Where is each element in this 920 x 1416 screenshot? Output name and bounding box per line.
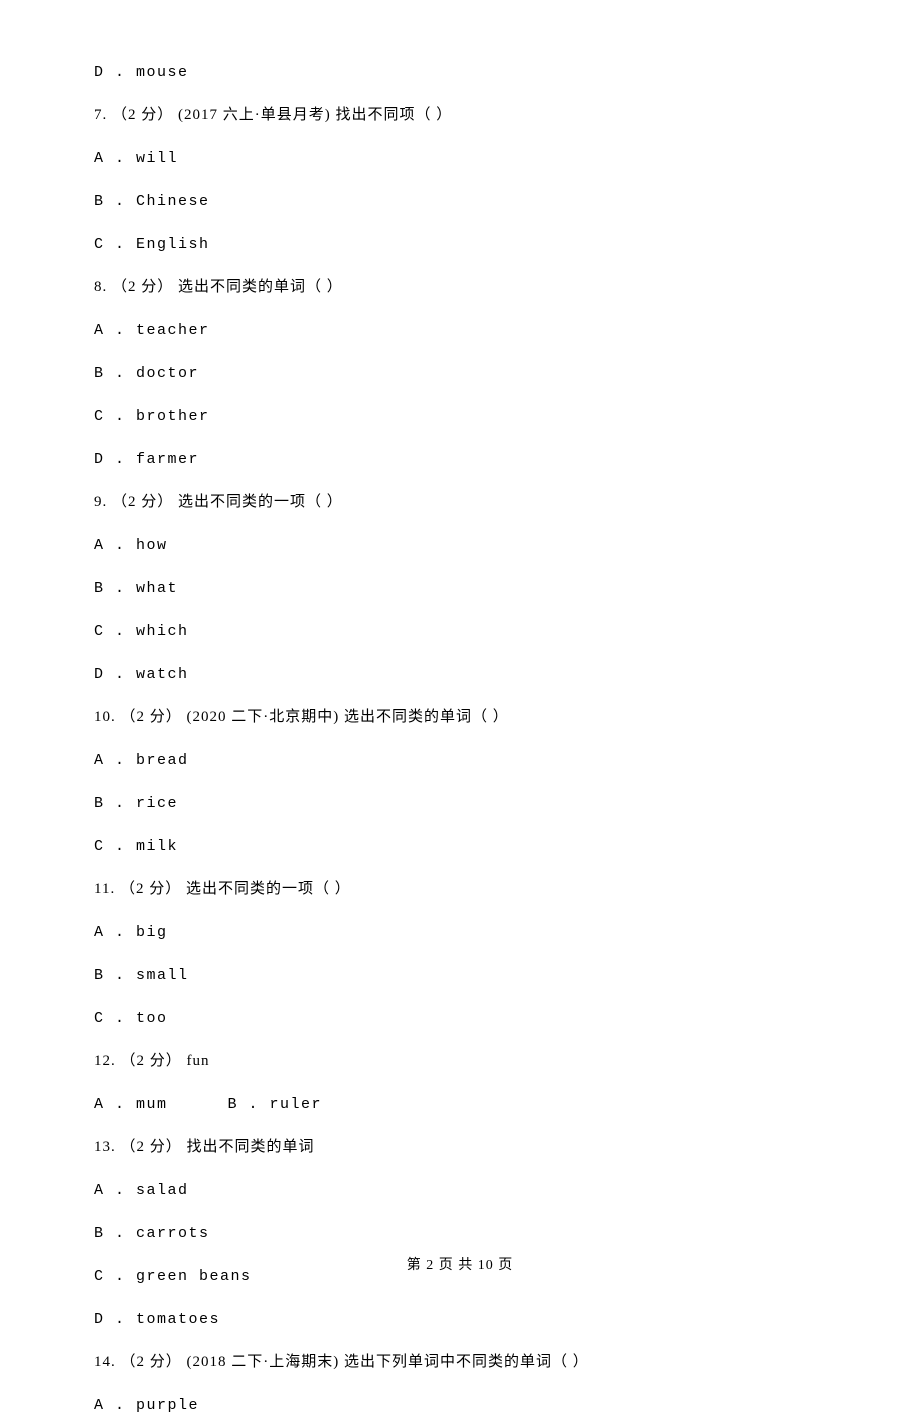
q9-option-c: C . which [94,621,920,642]
q9-option-b: B . what [94,578,920,599]
q8-option-b: B . doctor [94,363,920,384]
q7-stem: 7. （2 分） (2017 六上·单县月考) 找出不同项（ ） [94,105,920,126]
q12-option-a: A . mum [94,1094,168,1115]
q11-option-b: B . small [94,965,920,986]
q7-option-b: B . Chinese [94,191,920,212]
q8-option-d: D . farmer [94,449,920,470]
q7-option-c: C . English [94,234,920,255]
q11-option-c: C . too [94,1008,920,1029]
q9-option-d: D . watch [94,664,920,685]
q13-option-d: D . tomatoes [94,1309,920,1330]
q10-option-c: C . milk [94,836,920,857]
q12-stem: 12. （2 分） fun [94,1051,920,1072]
q9-stem: 9. （2 分） 选出不同类的一项（ ） [94,492,920,513]
q14-stem: 14. （2 分） (2018 二下·上海期末) 选出下列单词中不同类的单词（ … [94,1352,920,1373]
q13-stem: 13. （2 分） 找出不同类的单词 [94,1137,920,1158]
q11-stem: 11. （2 分） 选出不同类的一项（ ） [94,879,920,900]
q10-option-b: B . rice [94,793,920,814]
q14-option-a: A . purple [94,1395,920,1416]
q12-option-b: B . ruler [228,1094,323,1115]
q10-option-a: A . bread [94,750,920,771]
q9-option-a: A . how [94,535,920,556]
q6-option-d: D . mouse [94,62,920,83]
q8-stem: 8. （2 分） 选出不同类的单词（ ） [94,277,920,298]
q11-option-a: A . big [94,922,920,943]
q8-option-a: A . teacher [94,320,920,341]
page-footer: 第 2 页 共 10 页 [0,1256,920,1276]
q8-option-c: C . brother [94,406,920,427]
q13-option-a: A . salad [94,1180,920,1201]
q13-option-b: B . carrots [94,1223,920,1244]
q7-option-a: A . will [94,148,920,169]
q10-stem: 10. （2 分） (2020 二下·北京期中) 选出不同类的单词（ ） [94,707,920,728]
